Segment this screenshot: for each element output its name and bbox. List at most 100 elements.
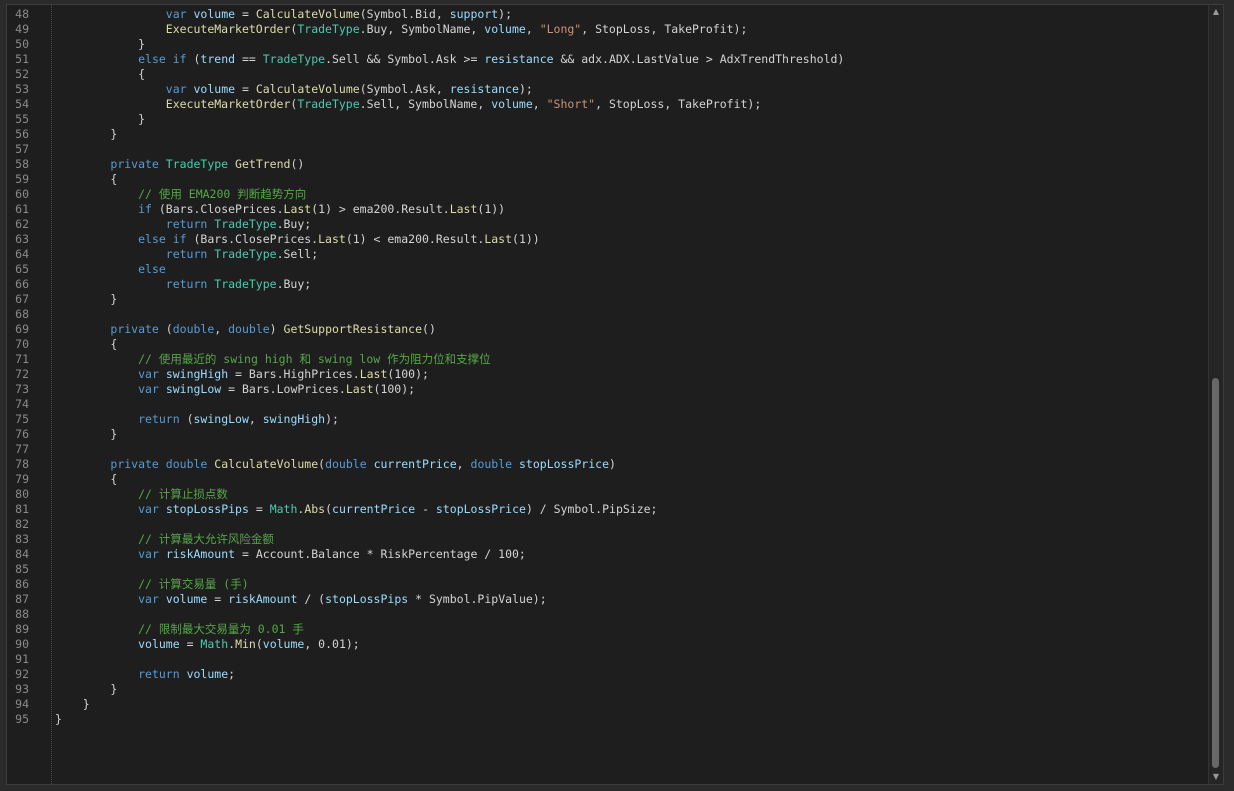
code-line[interactable]: 86 // 计算交易量 (手) <box>7 577 1209 592</box>
code-line[interactable]: 92 return volume; <box>7 667 1209 682</box>
code-line[interactable]: 95} <box>7 712 1209 727</box>
line-code: private double CalculateVolume(double cu… <box>55 457 616 472</box>
line-number: 70 <box>15 337 29 351</box>
code-line[interactable]: 71 // 使用最近的 swing high 和 swing low 作为阻力位… <box>7 352 1209 367</box>
code-line[interactable]: 54 ExecuteMarketOrder(TradeType.Sell, Sy… <box>7 97 1209 112</box>
code-line[interactable]: 50 } <box>7 37 1209 52</box>
code-editor[interactable]: 48 var volume = CalculateVolume(Symbol.B… <box>7 5 1209 784</box>
code-line[interactable]: 87 var volume = riskAmount / (stopLossPi… <box>7 592 1209 607</box>
code-token: .Sell, SymbolName, <box>359 97 492 111</box>
code-line[interactable]: 53 var volume = CalculateVolume(Symbol.A… <box>7 82 1209 97</box>
code-line[interactable]: 75 return (swingLow, swingHigh); <box>7 412 1209 427</box>
code-line[interactable]: 74 <box>7 397 1209 412</box>
code-token: (100); <box>373 382 416 396</box>
code-token: , <box>525 22 540 36</box>
code-token: ); <box>518 82 533 96</box>
code-token: // 计算交易量 (手) <box>138 577 249 591</box>
line-number: 75 <box>15 412 29 426</box>
code-token: Last <box>449 202 478 216</box>
code-line[interactable]: 85 <box>7 562 1209 577</box>
code-line[interactable]: 67 } <box>7 292 1209 307</box>
code-line[interactable]: 55 } <box>7 112 1209 127</box>
code-line[interactable]: 65 else <box>7 262 1209 277</box>
line-code: // 限制最大交易量为 0.01 手 <box>55 622 304 637</box>
line-number: 76 <box>15 427 29 441</box>
code-token: else <box>138 262 166 276</box>
code-line[interactable]: 61 if (Bars.ClosePrices.Last(1) > ema200… <box>7 202 1209 217</box>
code-line[interactable]: 56 } <box>7 127 1209 142</box>
code-line[interactable]: 93 } <box>7 682 1209 697</box>
code-line[interactable]: 57 <box>7 142 1209 157</box>
line-code: if (Bars.ClosePrices.Last(1) > ema200.Re… <box>55 202 505 217</box>
code-line[interactable]: 80 // 计算止损点数 <box>7 487 1209 502</box>
code-line[interactable]: 91 <box>7 652 1209 667</box>
scrollbar-thumb[interactable] <box>1212 378 1219 768</box>
code-token: var <box>138 547 159 561</box>
code-line[interactable]: 70 { <box>7 337 1209 352</box>
vertical-scrollbar[interactable]: ▲ ▼ <box>1208 5 1223 784</box>
code-line[interactable]: 48 var volume = CalculateVolume(Symbol.B… <box>7 7 1209 22</box>
code-token: // 使用 EMA200 判断趋势方向 <box>138 187 307 201</box>
code-line[interactable]: 88 <box>7 607 1209 622</box>
code-token: private <box>110 157 159 171</box>
code-line[interactable]: 51 else if (trend == TradeType.Sell && S… <box>7 52 1209 67</box>
line-number: 60 <box>15 187 29 201</box>
code-line[interactable]: 73 var swingLow = Bars.LowPrices.Last(10… <box>7 382 1209 397</box>
code-token: { <box>55 172 118 186</box>
code-line[interactable]: 89 // 限制最大交易量为 0.01 手 <box>7 622 1209 637</box>
line-number: 50 <box>15 37 29 51</box>
code-line[interactable]: 81 var stopLossPips = Math.Abs(currentPr… <box>7 502 1209 517</box>
line-number: 89 <box>15 622 29 636</box>
code-token: swingHigh <box>262 412 326 426</box>
code-line[interactable]: 58 private TradeType GetTrend() <box>7 157 1209 172</box>
code-line[interactable]: 90 volume = Math.Min(volume, 0.01); <box>7 637 1209 652</box>
triangle-up-icon[interactable]: ▲ <box>1209 5 1223 19</box>
code-line[interactable]: 79 { <box>7 472 1209 487</box>
code-line[interactable]: 76 } <box>7 427 1209 442</box>
code-line[interactable]: 72 var swingHigh = Bars.HighPrices.Last(… <box>7 367 1209 382</box>
line-number: 58 <box>15 157 29 171</box>
code-line[interactable]: 83 // 计算最大允许风险金额 <box>7 532 1209 547</box>
code-token: swingLow <box>193 412 249 426</box>
code-line[interactable]: 49 ExecuteMarketOrder(TradeType.Buy, Sym… <box>7 22 1209 37</box>
code-token: double <box>172 322 215 336</box>
code-line[interactable]: 68 <box>7 307 1209 322</box>
code-line[interactable]: 66 return TradeType.Buy; <box>7 277 1209 292</box>
code-token: = <box>207 592 229 606</box>
code-line[interactable]: 52 { <box>7 67 1209 82</box>
code-line[interactable]: 63 else if (Bars.ClosePrices.Last(1) < e… <box>7 232 1209 247</box>
line-number: 86 <box>15 577 29 591</box>
line-number: 56 <box>15 127 29 141</box>
code-line[interactable]: 84 var riskAmount = Account.Balance * Ri… <box>7 547 1209 562</box>
code-line[interactable]: 69 private (double, double) GetSupportRe… <box>7 322 1209 337</box>
code-line[interactable]: 77 <box>7 442 1209 457</box>
code-token: stopLossPrice <box>519 457 610 471</box>
code-line[interactable]: 82 <box>7 517 1209 532</box>
code-token: riskAmount <box>165 547 236 561</box>
code-line[interactable]: 60 // 使用 EMA200 判断趋势方向 <box>7 187 1209 202</box>
code-token: return <box>138 667 180 681</box>
code-line[interactable]: 59 { <box>7 172 1209 187</box>
line-number: 61 <box>15 202 29 216</box>
triangle-down-icon[interactable]: ▼ <box>1209 770 1223 784</box>
code-token: ( <box>186 52 201 66</box>
code-token: = Bars.HighPrices. <box>228 367 360 381</box>
code-token: volume <box>262 637 305 651</box>
code-line[interactable]: 62 return TradeType.Buy; <box>7 217 1209 232</box>
line-number: 73 <box>15 382 29 396</box>
code-line[interactable]: 94 } <box>7 697 1209 712</box>
code-token: Last <box>283 202 312 216</box>
code-line[interactable]: 64 return TradeType.Sell; <box>7 247 1209 262</box>
code-line[interactable]: 78 private double CalculateVolume(double… <box>7 457 1209 472</box>
